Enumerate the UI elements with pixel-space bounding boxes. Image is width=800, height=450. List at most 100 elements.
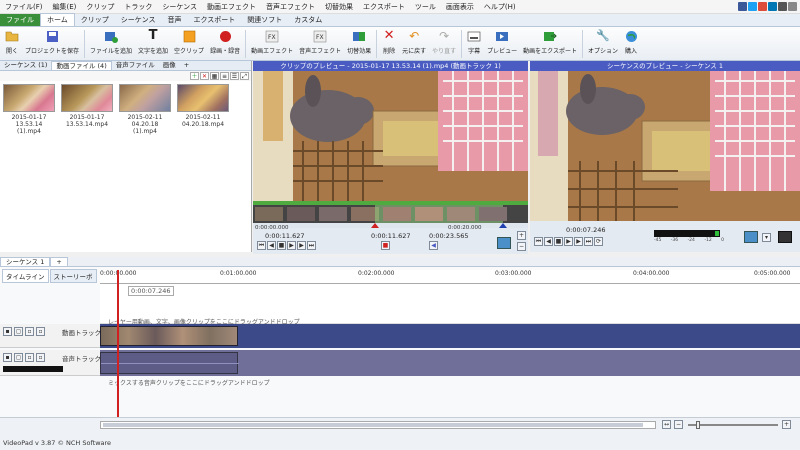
bin-details-icon[interactable]: ☰ — [230, 72, 239, 80]
record-button[interactable]: 録画・録音 — [207, 27, 243, 60]
subtitles-button[interactable]: 字幕 — [464, 27, 484, 60]
step-forward-icon[interactable]: ▶ — [297, 241, 306, 250]
clip-thumbnail[interactable]: 2015-02-11 04.20.18 (1).mp4 — [119, 84, 171, 135]
scrollbar-thumb[interactable] — [103, 423, 643, 427]
skip-end-icon[interactable]: ⏭ — [307, 241, 316, 250]
menu-transitions[interactable]: 切替効果 — [320, 2, 358, 12]
bin-tab-sequences[interactable]: シーケンス (1) — [0, 61, 51, 70]
bin-undock-icon[interactable]: ⤢ — [240, 72, 249, 80]
help-icon[interactable] — [788, 2, 797, 11]
menu-export[interactable]: エクスポート — [358, 2, 410, 12]
step-forward-icon[interactable]: ▶ — [574, 237, 583, 246]
menu-sequence[interactable]: シーケンス — [157, 2, 202, 12]
bin-tab-video-files[interactable]: 動画ファイル (4) — [51, 61, 112, 70]
transitions-button[interactable]: 切替効果 — [344, 27, 374, 60]
video-track-lock-icon[interactable]: ◻ — [14, 327, 23, 336]
menu-view[interactable]: 画面表示 — [441, 2, 479, 12]
google-plus-icon[interactable] — [758, 2, 767, 11]
menu-file[interactable]: ファイル(F) — [0, 2, 48, 12]
snapshot-icon[interactable] — [778, 231, 792, 243]
sequence-tab-add[interactable]: + — [50, 257, 68, 266]
set-out-icon[interactable]: ◀ — [429, 241, 438, 250]
tab-file[interactable]: ファイル — [0, 14, 40, 26]
redo-button[interactable]: ↷ やり直す — [429, 27, 459, 60]
stop-icon[interactable]: ■ — [554, 237, 563, 246]
clip-thumbnail[interactable]: 2015-01-17 13.53.14 (1).mp4 — [3, 84, 55, 135]
buy-button[interactable]: 購入 — [621, 27, 641, 60]
tab-custom[interactable]: カスタム — [288, 14, 328, 26]
skip-end-icon[interactable]: ⏭ — [584, 237, 593, 246]
tab-timeline[interactable]: タイムライン — [2, 269, 49, 283]
tab-audio[interactable]: 音声 — [161, 14, 187, 26]
menu-track[interactable]: トラック — [119, 2, 157, 12]
split-screen-icon[interactable] — [744, 231, 758, 243]
timeline-ruler[interactable]: 0:00:00.000 0:01:00.000 0:02:00.000 0:03… — [100, 270, 800, 284]
playhead[interactable] — [117, 270, 119, 417]
menu-tools[interactable]: ツール — [410, 2, 441, 12]
facebook-icon[interactable] — [738, 2, 747, 11]
audio-track-mute-icon[interactable]: ▪ — [3, 353, 12, 362]
place-on-sequence-icon[interactable] — [497, 237, 511, 249]
video-track-strip[interactable] — [100, 324, 800, 348]
add-text-button[interactable]: T 文字を追加 — [135, 27, 171, 60]
bin-tab-add[interactable]: + — [180, 61, 193, 70]
menu-clip[interactable]: クリップ — [81, 2, 119, 12]
step-back-icon[interactable]: ◀ — [544, 237, 553, 246]
skip-start-icon[interactable]: ⏮ — [257, 241, 266, 250]
zoom-in-icon[interactable]: + — [517, 231, 526, 240]
bin-tab-audio-files[interactable]: 音声ファイル — [112, 61, 159, 70]
video-track-settings-icon[interactable]: ▫ — [36, 327, 45, 336]
audio-track-fx-icon[interactable]: ▫ — [25, 353, 34, 362]
tab-clip[interactable]: クリップ — [75, 14, 115, 26]
video-clip[interactable] — [100, 326, 238, 346]
bin-tab-images[interactable]: 画像 — [159, 61, 180, 70]
export-video-button[interactable]: 動画をエクスポート — [520, 27, 580, 60]
video-track-visibility-icon[interactable]: ▪ — [3, 327, 12, 336]
zoom-slider[interactable] — [688, 421, 778, 429]
audio-track-settings-icon[interactable]: ▫ — [36, 353, 45, 362]
audio-effects-button[interactable]: FX 音声エフェクト — [296, 27, 344, 60]
bin-add-icon[interactable]: ＋ — [190, 72, 199, 80]
zoom-fit-icon[interactable]: ↔ — [662, 420, 671, 429]
open-button[interactable]: 開く — [2, 27, 22, 60]
bin-thumbnails-icon[interactable]: ▦ — [210, 72, 219, 80]
delete-button[interactable]: ✕ 削除 — [379, 27, 399, 60]
clip-thumbnail[interactable]: 2015-02-11 04.20.18.mp4 — [177, 84, 229, 135]
tab-storyboard[interactable]: ストーリーボ — [49, 269, 97, 283]
twitter-icon[interactable] — [748, 2, 757, 11]
menu-video-effects[interactable]: 動画エフェクト — [202, 2, 261, 12]
bin-delete-icon[interactable]: ✕ — [200, 72, 209, 80]
zoom-slider-thumb[interactable] — [696, 421, 700, 429]
zoom-out-icon[interactable]: − — [674, 420, 683, 429]
dropdown-icon[interactable]: ▾ — [762, 233, 771, 242]
video-effects-button[interactable]: FX 動画エフェクト — [248, 27, 296, 60]
play-icon[interactable]: ▶ — [564, 237, 573, 246]
clip-thumbnail[interactable]: 2015-01-17 13.53.14.mp4 — [61, 84, 113, 135]
sequence-tab-1[interactable]: シーケンス 1 — [0, 257, 51, 266]
audio-track-lock-icon[interactable]: ◻ — [14, 353, 23, 362]
tab-export[interactable]: エクスポート — [187, 14, 241, 26]
blank-clip-button[interactable]: 空クリップ — [171, 27, 207, 60]
stop-icon[interactable]: ■ — [277, 241, 286, 250]
audio-clip[interactable] — [100, 352, 239, 374]
audio-track-strip[interactable] — [100, 350, 800, 376]
linkedin-icon[interactable] — [768, 2, 777, 11]
tab-related-software[interactable]: 関連ソフト — [241, 14, 288, 26]
window-icon[interactable] — [778, 2, 787, 11]
options-button[interactable]: 🔧 オプション — [585, 27, 621, 60]
preview-button[interactable]: プレビュー — [484, 27, 520, 60]
set-in-icon[interactable]: ■ — [381, 241, 390, 250]
add-files-button[interactable]: ファイルを追加 — [87, 27, 135, 60]
tab-sequence[interactable]: シーケンス — [115, 14, 162, 26]
timeline-scrollbar[interactable] — [100, 421, 656, 429]
step-back-icon[interactable]: ◀ — [267, 241, 276, 250]
save-project-button[interactable]: プロジェクトを保存 — [22, 27, 82, 60]
loop-icon[interactable]: ⟳ — [594, 237, 603, 246]
menu-help[interactable]: ヘルプ(H) — [479, 2, 521, 12]
skip-start-icon[interactable]: ⏮ — [534, 237, 543, 246]
bin-list-icon[interactable]: ≡ — [220, 72, 229, 80]
play-icon[interactable]: ▶ — [287, 241, 296, 250]
zoom-out-icon[interactable]: − — [517, 242, 526, 251]
undo-button[interactable]: ↶ 元に戻す — [399, 27, 429, 60]
audio-track-volume[interactable] — [3, 366, 63, 372]
